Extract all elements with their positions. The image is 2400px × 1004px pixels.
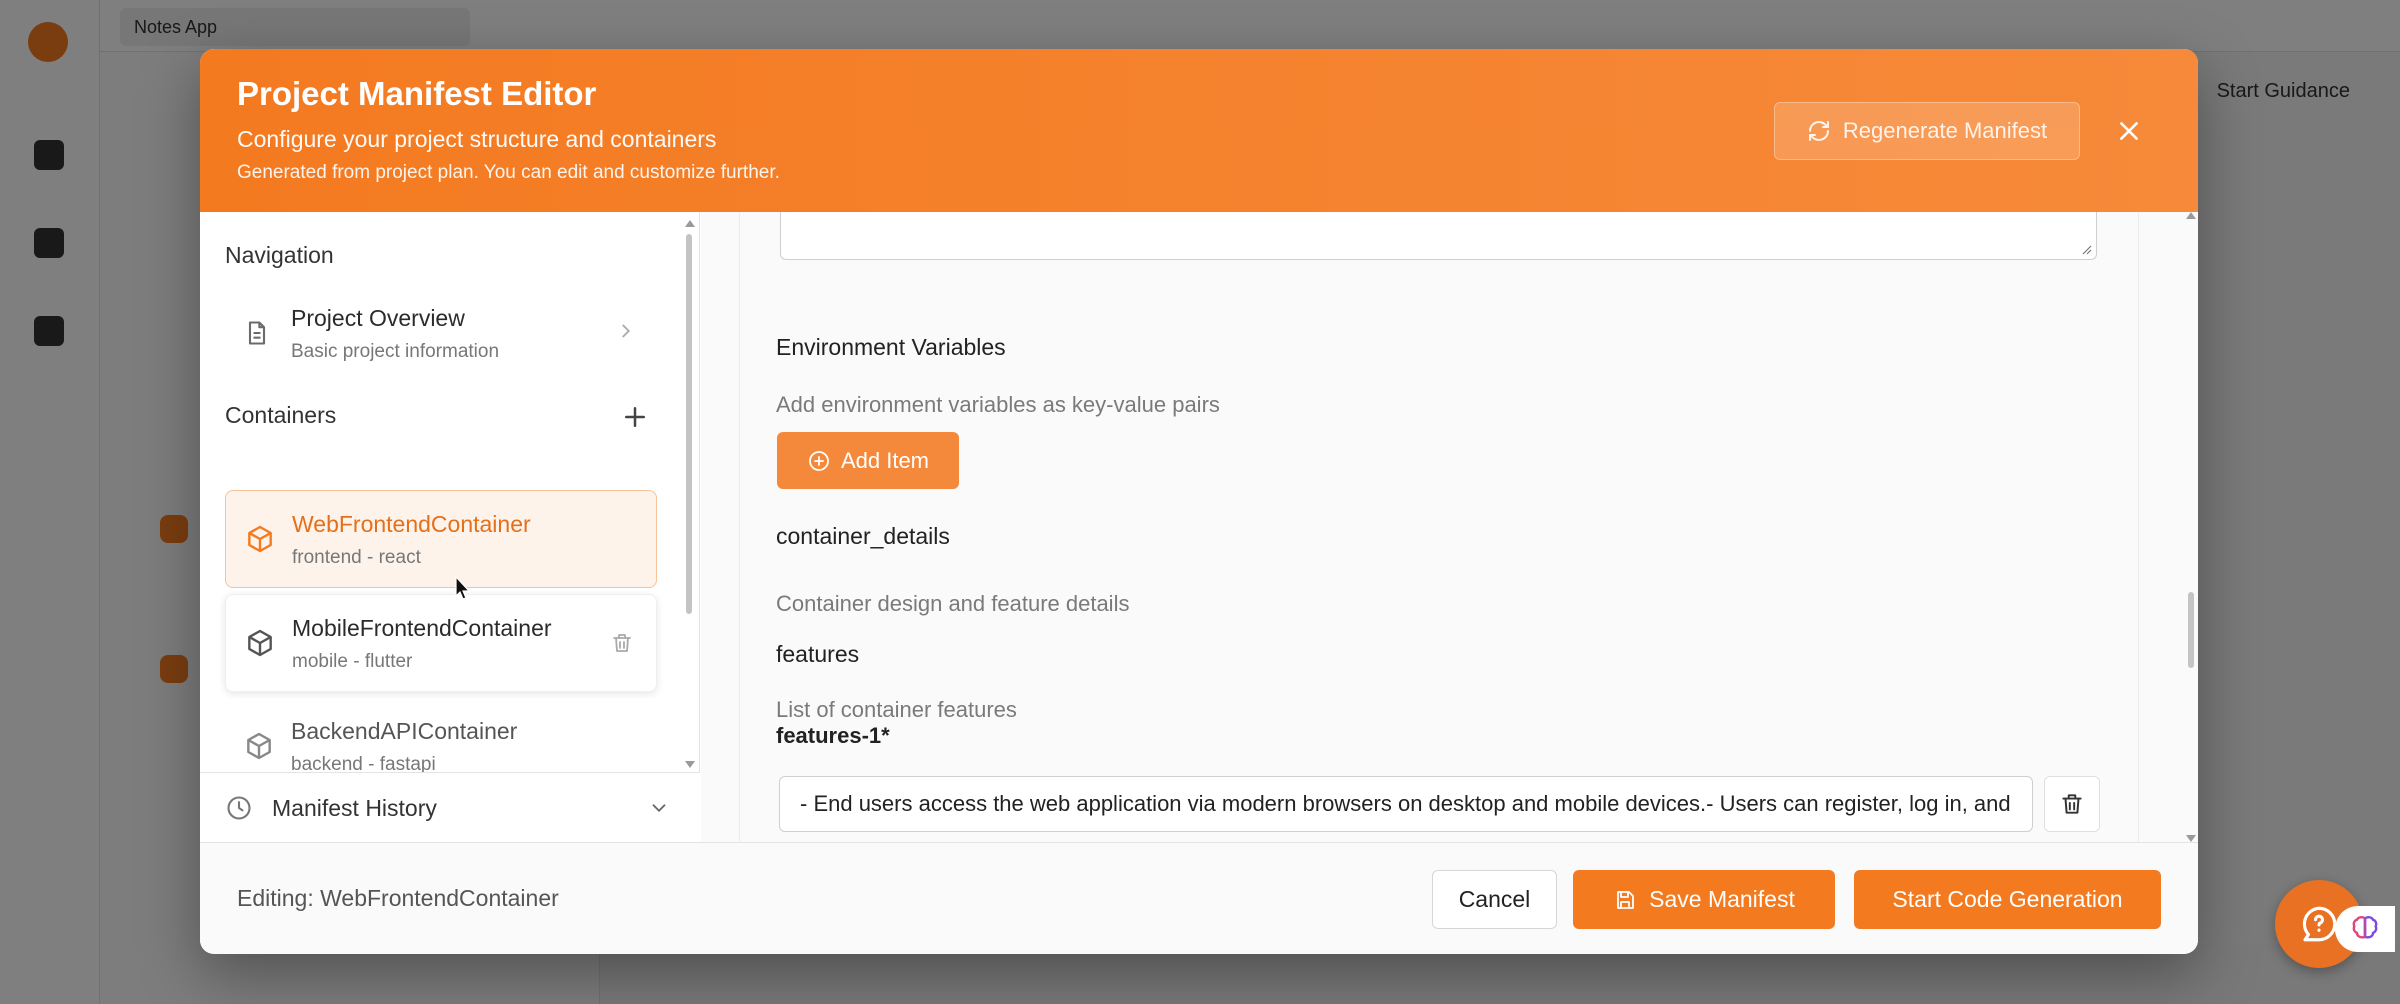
help-chat-icon: [2302, 906, 2337, 942]
features-label: features: [776, 641, 860, 667]
chevron-down-icon: [652, 804, 666, 813]
trash-icon: [2062, 794, 2082, 814]
mouse-cursor: [455, 576, 471, 600]
manifest-history-toggle[interactable]: Manifest History: [200, 772, 700, 842]
container-title: WebFrontendContainer: [292, 511, 531, 537]
cancel-button[interactable]: Cancel: [1432, 870, 1557, 929]
textarea-field[interactable]: [780, 212, 2097, 260]
container-subtitle: mobile - flutter: [292, 651, 413, 672]
plus-circle-icon: [809, 450, 829, 471]
cube-icon: [248, 629, 272, 657]
assistant-button[interactable]: [2335, 906, 2395, 952]
document-icon: [248, 321, 266, 345]
features-description: List of container features: [776, 697, 1017, 722]
container-details-description: Container design and feature details: [776, 591, 1130, 616]
nav-item-subtitle: Basic project information: [291, 341, 500, 362]
scroll-down-arrow[interactable]: [2186, 835, 2196, 842]
sidebar-scrollbar[interactable]: [684, 220, 695, 768]
close-button[interactable]: [2110, 112, 2148, 150]
clock-icon: [227, 796, 251, 820]
modal-header: Project Manifest Editor Configure your p…: [200, 49, 2198, 212]
modal-title: Project Manifest Editor: [237, 75, 597, 112]
container-item-backend-api[interactable]: BackendAPIContainer backend - fastapi: [225, 698, 657, 772]
refresh-icon: [1808, 121, 1829, 141]
add-env-item-button[interactable]: Add Item: [777, 432, 959, 489]
env-variables-label: Environment Variables: [776, 334, 1006, 360]
modal-subtitle: Configure your project structure and con…: [237, 126, 717, 152]
container-subtitle: backend - fastapi: [291, 754, 436, 772]
feature-1-input[interactable]: [779, 776, 2033, 832]
containers-heading: Containers: [225, 402, 337, 428]
container-subtitle: frontend - react: [292, 547, 421, 568]
modal-note: Generated from project plan. You can edi…: [237, 162, 780, 183]
modal-footer: Editing: WebFrontendContainer Cancel Sav…: [200, 842, 2198, 954]
save-manifest-button[interactable]: Save Manifest: [1573, 870, 1835, 929]
navigation-heading: Navigation: [225, 242, 334, 268]
delete-feature-button[interactable]: [2044, 776, 2100, 832]
env-variables-description: Add environment variables as key-value p…: [776, 392, 1220, 417]
editor-main[interactable]: Environment Variables Add environment va…: [701, 212, 2198, 842]
container-title: MobileFrontendContainer: [292, 615, 552, 641]
container-title: BackendAPIContainer: [291, 718, 518, 744]
container-details-label: container_details: [776, 523, 950, 549]
brain-icon: [2352, 915, 2378, 939]
editor-form: Environment Variables Add environment va…: [739, 212, 2139, 842]
cube-icon: [248, 525, 272, 553]
nav-item-project-overview[interactable]: Project Overview Basic project informati…: [225, 287, 657, 377]
scroll-up-arrow[interactable]: [2186, 212, 2196, 219]
nav-item-title: Project Overview: [291, 305, 465, 331]
modal-sidebar: Navigation Project Overview Basic projec…: [200, 212, 700, 842]
add-container-button[interactable]: [620, 402, 650, 432]
container-item-mobile-frontend[interactable]: MobileFrontendContainer mobile - flutter: [225, 594, 657, 692]
manifest-editor-modal: Project Manifest Editor Configure your p…: [200, 49, 2198, 954]
trash-icon[interactable]: [610, 631, 634, 655]
regenerate-manifest-button[interactable]: Regenerate Manifest: [1774, 102, 2080, 160]
start-code-generation-button[interactable]: Start Code Generation: [1854, 870, 2161, 929]
sidebar-scroll-area[interactable]: Navigation Project Overview Basic projec…: [200, 212, 700, 772]
save-icon: [1617, 890, 1635, 909]
feature-item-label: features-1*: [776, 723, 890, 748]
scrollbar-thumb[interactable]: [2188, 592, 2194, 668]
scrollbar-thumb[interactable]: [686, 234, 692, 614]
manifest-history-label: Manifest History: [272, 795, 437, 821]
cube-icon: [247, 732, 271, 760]
container-item-web-frontend[interactable]: WebFrontendContainer frontend - react: [225, 490, 657, 588]
regenerate-label: Regenerate Manifest: [1842, 118, 2048, 143]
chevron-right-icon: [622, 324, 631, 338]
main-scrollbar[interactable]: [2185, 212, 2197, 842]
close-icon: [2120, 122, 2138, 140]
editing-status: Editing: WebFrontendContainer: [237, 885, 559, 911]
resize-grip-icon[interactable]: [2080, 243, 2092, 255]
scroll-down-arrow[interactable]: [685, 761, 695, 768]
scroll-up-arrow[interactable]: [685, 220, 695, 227]
add-item-label: Add Item: [840, 447, 930, 473]
save-manifest-label: Save Manifest: [1649, 886, 1795, 912]
